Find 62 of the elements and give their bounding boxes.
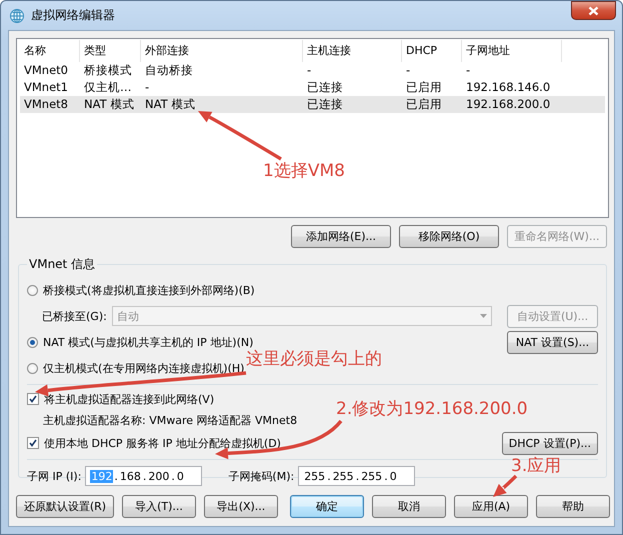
network-button[interactable]: 添加网络(E)...	[291, 225, 391, 248]
radio-button[interactable]	[27, 336, 38, 348]
close-icon	[588, 6, 599, 16]
dialog-button[interactable]: 还原默认设置(R)	[16, 495, 114, 518]
arrow	[493, 474, 518, 497]
dhcp-settings-button[interactable]: DHCP 设置(P)...	[502, 432, 598, 454]
globe-icon	[9, 8, 25, 24]
table-cell-text: 192.168.146.0	[465, 79, 552, 96]
close-button[interactable]	[571, 1, 616, 20]
table-cell-text: -	[405, 62, 412, 79]
dialog-button[interactable]: 帮助	[536, 495, 610, 518]
column-header[interactable]: 主机连接	[303, 40, 402, 62]
dialog-button[interactable]: 导出(X)...	[204, 495, 278, 518]
table-cell-text: VMnet0	[23, 62, 69, 79]
table-cell-text: NAT 模式	[144, 96, 196, 113]
nat-settings-button[interactable]: NAT 设置(S)...	[507, 330, 598, 354]
table-cell-text: -	[306, 62, 312, 79]
dialog-button[interactable]: 确定	[290, 495, 364, 518]
radio-button[interactable]	[27, 284, 38, 296]
column-header[interactable]: 名称	[20, 40, 80, 62]
dropdown-arrow-icon	[480, 314, 487, 318]
adapter-name-text: 主机虚拟适配器名称: VMware 网络适配器 VMnet8	[43, 412, 298, 428]
group-title: VMnet 信息	[28, 256, 96, 273]
field-label: 子网掩码(M):	[228, 468, 294, 484]
network-row[interactable]: VMnet8 NAT 模式 NAT 模式 已连接 已启用 192.168.200.0	[20, 96, 605, 113]
checkbox[interactable]	[27, 437, 39, 449]
annotation-text: 3.应用	[511, 455, 562, 477]
table-cell-text: 192.168.200.0	[465, 96, 552, 113]
field-label: 已桥接至(G):	[42, 308, 107, 324]
table-cell-text: 已启用	[405, 96, 443, 113]
annotation-text: 这里必须是勾上的	[246, 348, 382, 370]
network-row[interactable]: VMnet0 桥接模式 自动桥接 - - -	[20, 62, 605, 79]
checkbox-label: 使用本地 DHCP 服务将 IP 地址分配给虚拟机(D)	[44, 436, 281, 450]
column-header[interactable]: 类型	[80, 40, 141, 62]
table-cell-text: NAT 模式	[83, 96, 136, 113]
table-cell-text: 自动桥接	[144, 62, 194, 79]
network-button[interactable]: 移除网络(O)	[399, 225, 499, 248]
column-header[interactable]: 外部连接	[141, 40, 303, 62]
network-row[interactable]: VMnet1 仅主机… - 已连接 已启用 192.168.146.0	[20, 79, 605, 96]
annotation-text: 2.修改为192.168.200.0	[336, 398, 528, 420]
table-cell-text: 已连接	[306, 96, 344, 113]
table-cell-text: 桥接模式	[83, 62, 133, 79]
ip-address-field[interactable]: 192 . 168 . 200 . 0	[85, 466, 202, 486]
annotation-text: 1选择VM8	[263, 160, 345, 182]
dialog-button[interactable]: 应用(A)	[454, 495, 528, 518]
field-label: 子网 IP (I):	[27, 468, 82, 484]
table-cell-text: -	[465, 62, 472, 79]
column-header[interactable]: 子网地址	[462, 40, 562, 62]
table-cell-text: VMnet8	[23, 96, 69, 113]
ip-address-field[interactable]: 255 . 255 . 255 . 0	[298, 466, 416, 486]
table-cell-text: -	[144, 79, 150, 96]
dialog-button[interactable]: 取消	[372, 495, 446, 518]
radio-button[interactable]	[27, 362, 38, 374]
table-cell-text: VMnet1	[23, 79, 69, 96]
table-cell-text: 仅主机…	[83, 79, 132, 96]
column-header[interactable]: DHCP	[402, 40, 462, 62]
window-title: 虚拟网络编辑器	[31, 7, 115, 24]
checkbox[interactable]	[27, 393, 39, 405]
dialog-button[interactable]: 导入(T)...	[122, 495, 196, 518]
table-cell-text: 已连接	[306, 79, 344, 96]
checkbox-label: 将主机虚拟适配器连接到此网络(V)	[44, 392, 214, 406]
table-cell-text: 已启用	[405, 79, 443, 96]
